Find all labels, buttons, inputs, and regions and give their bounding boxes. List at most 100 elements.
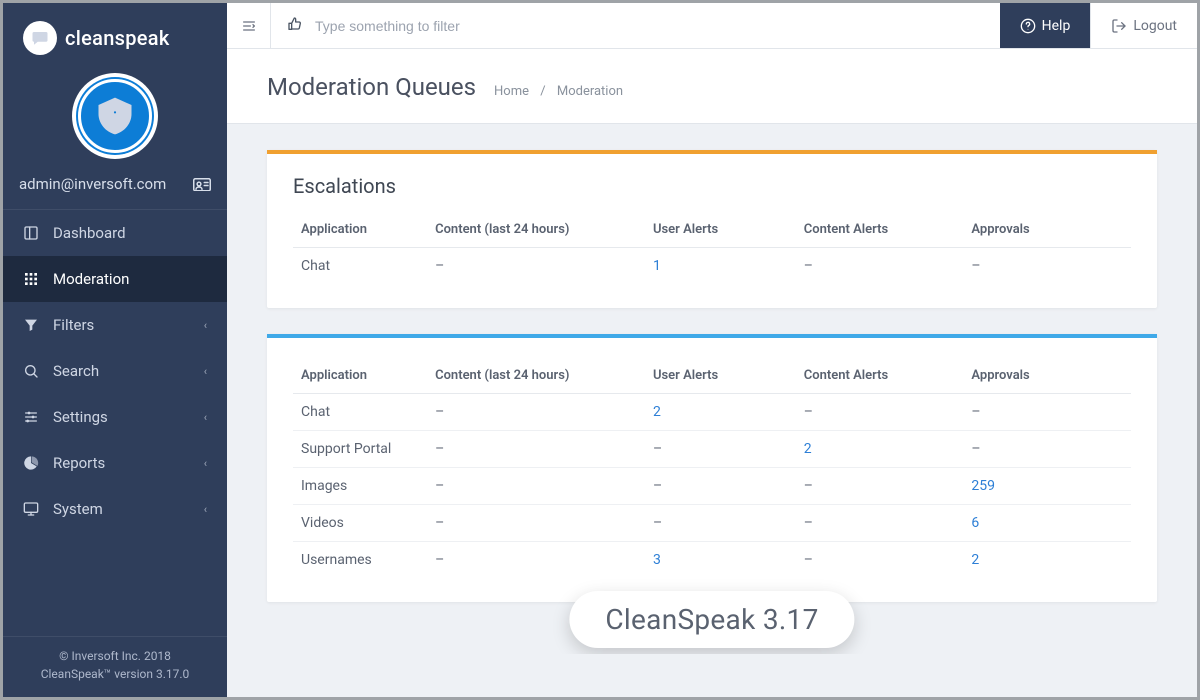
- cell-link[interactable]: 2: [796, 431, 964, 468]
- table-row: Usernames–3–2: [293, 542, 1131, 579]
- cell: –: [796, 468, 964, 505]
- breadcrumb: Home / Moderation: [494, 84, 623, 99]
- sidebar-item-system[interactable]: System ‹: [3, 486, 227, 532]
- monitor-icon: [23, 501, 39, 517]
- brand-logo[interactable]: cleanspeak: [3, 3, 227, 65]
- chevron-left-icon: ‹: [204, 457, 207, 470]
- sidebar-item-search[interactable]: Search ‹: [3, 348, 227, 394]
- cell-app: Chat: [293, 394, 427, 431]
- sidebar-item-label: Filters: [53, 316, 94, 334]
- cell: –: [427, 394, 645, 431]
- queues-table: ApplicationContent (last 24 hours)User A…: [293, 358, 1131, 578]
- escalations-title: Escalations: [293, 174, 1131, 198]
- col-header: Approvals: [963, 212, 1131, 248]
- col-header: Content (last 24 hours): [427, 212, 645, 248]
- cell: –: [427, 505, 645, 542]
- escalations-table: ApplicationContent (last 24 hours)User A…: [293, 212, 1131, 284]
- topbar: Help Logout: [227, 3, 1197, 49]
- escalations-card: Escalations ApplicationContent (last 24 …: [267, 150, 1157, 308]
- cell-app: Chat: [293, 248, 427, 285]
- cell: –: [645, 505, 796, 542]
- table-row: Chat–1––: [293, 248, 1131, 285]
- table-row: Images–––259: [293, 468, 1131, 505]
- cell: –: [796, 505, 964, 542]
- table-row: Support Portal––2–: [293, 431, 1131, 468]
- cell: –: [796, 248, 964, 285]
- speech-bubble-icon: [23, 21, 57, 55]
- sliders-icon: [23, 409, 39, 425]
- user-email: admin@inversoft.com: [19, 175, 166, 193]
- grid-icon: [23, 271, 39, 287]
- chevron-left-icon: ‹: [204, 319, 207, 332]
- cell-link[interactable]: 2: [645, 394, 796, 431]
- page-title: Moderation Queues: [267, 73, 476, 101]
- cell: –: [796, 394, 964, 431]
- cell-link[interactable]: 3: [645, 542, 796, 579]
- cell-link[interactable]: 1: [645, 248, 796, 285]
- cell: –: [427, 431, 645, 468]
- chevron-left-icon: ‹: [204, 411, 207, 424]
- sidebar-footer: © Inversoft Inc. 2018 CleanSpeak™ versio…: [3, 636, 227, 697]
- help-button[interactable]: Help: [1000, 3, 1091, 48]
- pie-icon: [23, 455, 39, 471]
- col-header: User Alerts: [645, 358, 796, 394]
- cell-app: Usernames: [293, 542, 427, 579]
- cell: –: [427, 468, 645, 505]
- col-header: Content Alerts: [796, 212, 964, 248]
- col-header: Application: [293, 358, 427, 394]
- chevron-left-icon: ‹: [204, 503, 207, 516]
- sidebar-item-settings[interactable]: Settings ‹: [3, 394, 227, 440]
- sidebar: cleanspeak admin@inversoft.com Dashboard…: [3, 3, 227, 697]
- cell: –: [427, 248, 645, 285]
- table-row: Chat–2––: [293, 394, 1131, 431]
- col-header: Application: [293, 212, 427, 248]
- cell: –: [427, 542, 645, 579]
- sidebar-nav: DashboardModerationFilters‹Search‹Settin…: [3, 209, 227, 532]
- sidebar-item-label: Search: [53, 362, 99, 380]
- breadcrumb-current: Moderation: [557, 84, 623, 99]
- filter-area: [271, 3, 1000, 48]
- col-header: Content (last 24 hours): [427, 358, 645, 394]
- sidebar-item-filters[interactable]: Filters ‹: [3, 302, 227, 348]
- cell-link[interactable]: 259: [963, 468, 1131, 505]
- cell: –: [796, 542, 964, 579]
- brand-name: cleanspeak: [65, 26, 170, 50]
- filter-input[interactable]: [315, 18, 984, 34]
- panel-icon: [23, 225, 39, 241]
- sidebar-item-moderation[interactable]: Moderation: [3, 256, 227, 302]
- sidebar-item-dashboard[interactable]: Dashboard: [3, 210, 227, 256]
- funnel-icon: [23, 317, 39, 333]
- breadcrumb-home[interactable]: Home: [494, 84, 529, 99]
- sidebar-item-label: Moderation: [53, 270, 129, 288]
- logout-button[interactable]: Logout: [1090, 3, 1197, 48]
- col-header: Approvals: [963, 358, 1131, 394]
- content-area: Escalations ApplicationContent (last 24 …: [227, 124, 1197, 654]
- cell: –: [645, 431, 796, 468]
- chevron-left-icon: ‹: [204, 365, 207, 378]
- queues-card: ApplicationContent (last 24 hours)User A…: [267, 334, 1157, 602]
- col-header: User Alerts: [645, 212, 796, 248]
- cell: –: [645, 468, 796, 505]
- cell-app: Support Portal: [293, 431, 427, 468]
- toggle-sidebar-button[interactable]: [227, 3, 271, 48]
- version-badge: CleanSpeak 3.17: [569, 591, 854, 648]
- cell: –: [963, 394, 1131, 431]
- table-row: Videos–––6: [293, 505, 1131, 542]
- cell: –: [963, 431, 1131, 468]
- thumbs-up-icon: [287, 16, 303, 36]
- cell-app: Videos: [293, 505, 427, 542]
- cell-link[interactable]: 2: [963, 542, 1131, 579]
- cell-app: Images: [293, 468, 427, 505]
- sidebar-item-label: Reports: [53, 454, 105, 472]
- sidebar-item-label: Settings: [53, 408, 108, 426]
- cell-link[interactable]: 6: [963, 505, 1131, 542]
- cell: –: [963, 248, 1131, 285]
- id-card-icon: [193, 177, 211, 191]
- page-header: Moderation Queues Home / Moderation: [227, 49, 1197, 124]
- search-icon: [23, 363, 39, 379]
- sidebar-item-reports[interactable]: Reports ‹: [3, 440, 227, 486]
- sidebar-item-label: System: [53, 500, 103, 518]
- sidebar-item-label: Dashboard: [53, 224, 126, 242]
- user-email-row[interactable]: admin@inversoft.com: [3, 169, 227, 209]
- avatar: [3, 65, 227, 169]
